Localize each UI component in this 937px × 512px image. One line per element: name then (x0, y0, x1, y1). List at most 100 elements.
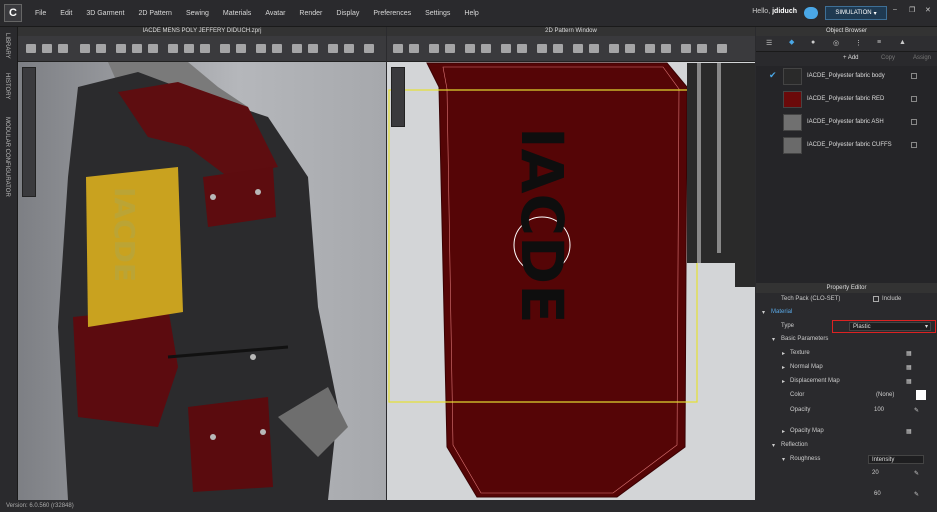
user-greeting[interactable]: Hello, jdiduch (752, 8, 797, 15)
material-item[interactable]: ✔ IACDE_Polyester fabric body (756, 66, 937, 88)
value-60[interactable]: 60 (874, 491, 881, 497)
menu-preferences[interactable]: Preferences (366, 10, 418, 17)
tool-icon[interactable] (589, 44, 599, 53)
menu-avatar[interactable]: Avatar (258, 10, 292, 17)
reflection-row[interactable]: ▾ Reflection (756, 439, 937, 452)
tool-icon[interactable] (256, 44, 266, 53)
tool-icon[interactable] (445, 44, 455, 53)
material-item[interactable]: IACDE_Polyester fabric CUFFS (756, 135, 937, 157)
normal-map-row[interactable]: ▸ Normal Map ▦ (756, 361, 937, 374)
button-icon[interactable]: ◎ (833, 39, 839, 47)
tab-modular-configurator[interactable]: MODULAR CONFIGURATOR (4, 117, 10, 197)
tool-icon[interactable] (625, 44, 635, 53)
close-icon[interactable]: ✕ (925, 6, 935, 16)
viewport-2d[interactable]: IACDE 2D Pattern Window (387, 27, 755, 500)
material-options-icon[interactable] (911, 73, 917, 79)
grid-icon[interactable]: ▦ (906, 378, 912, 385)
tool-icon[interactable] (96, 44, 106, 53)
minimize-icon[interactable]: – (893, 6, 903, 16)
add-button[interactable]: + Add (843, 55, 859, 61)
grid-icon[interactable]: ▦ (906, 364, 912, 371)
tool-icon[interactable] (132, 44, 142, 53)
menu-settings[interactable]: Settings (418, 10, 457, 17)
menu-sewing[interactable]: Sewing (179, 10, 216, 17)
tool-icon[interactable] (58, 44, 68, 53)
menu-help[interactable]: Help (457, 10, 485, 17)
menu-2d-pattern[interactable]: 2D Pattern (131, 10, 178, 17)
tool-icon[interactable] (116, 44, 126, 53)
grid-icon[interactable]: ▦ (906, 428, 912, 435)
tool-icon[interactable] (573, 44, 583, 53)
menu-file[interactable]: File (28, 10, 53, 17)
tool-icon[interactable] (537, 44, 547, 53)
tool-icon[interactable] (184, 44, 194, 53)
sphere-icon[interactable]: ● (811, 39, 815, 46)
material-item[interactable]: IACDE_Polyester fabric ASH (756, 112, 937, 134)
tool-icon[interactable] (645, 44, 655, 53)
fabric-icon[interactable]: ◆ (789, 38, 794, 46)
tool-icon[interactable] (364, 44, 374, 53)
trim-icon[interactable]: ▲ (899, 39, 906, 46)
list-icon[interactable]: ☰ (766, 39, 772, 47)
maximize-icon[interactable]: ❐ (909, 6, 919, 16)
tool-icon[interactable] (148, 44, 158, 53)
viewport-3d[interactable]: IACDE IACDE MENS POLY JEFFERY DIDUCH.zpr… (18, 27, 386, 500)
tool-icon[interactable] (328, 44, 338, 53)
menu-display[interactable]: Display (329, 10, 366, 17)
tool-icon[interactable] (409, 44, 419, 53)
tool-icon[interactable] (220, 44, 230, 53)
tool-icon[interactable] (308, 44, 318, 53)
roughness-value[interactable]: 20 (872, 470, 879, 476)
tool-icon[interactable] (717, 44, 727, 53)
grid-icon[interactable]: ▦ (906, 350, 912, 357)
texture-row[interactable]: ▸ Texture ▦ (756, 347, 937, 360)
include-checkbox[interactable] (873, 296, 879, 302)
eyedropper-icon[interactable]: ✎ (914, 407, 919, 414)
color-swatch[interactable] (916, 390, 926, 400)
tool-icon[interactable] (609, 44, 619, 53)
roughness-mode-select[interactable]: Intensity (868, 455, 924, 464)
tool-icon[interactable] (661, 44, 671, 53)
tool-icon[interactable] (200, 44, 210, 53)
tool-icon[interactable] (465, 44, 475, 53)
tool-icon[interactable] (481, 44, 491, 53)
material-item[interactable]: IACDE_Polyester fabric RED (756, 89, 937, 111)
type-select[interactable]: Plastic ▾ (849, 322, 931, 331)
menu-render[interactable]: Render (292, 10, 329, 17)
eyedropper-icon[interactable]: ✎ (914, 470, 919, 477)
tool-icon[interactable] (168, 44, 178, 53)
tab-history[interactable]: HISTORY (4, 73, 10, 99)
tool-icon[interactable] (517, 44, 527, 53)
tool-icon[interactable] (80, 44, 90, 53)
opacity-map-row[interactable]: ▸ Opacity Map ▦ (756, 425, 937, 438)
tool-icon[interactable] (236, 44, 246, 53)
opacity-value[interactable]: 100 (874, 407, 884, 413)
roughness-row[interactable]: ▾ Roughness Intensity (756, 453, 937, 466)
material-options-icon[interactable] (911, 142, 917, 148)
tool-icon[interactable] (344, 44, 354, 53)
menu-edit[interactable]: Edit (53, 10, 79, 17)
material-options-icon[interactable] (911, 119, 917, 125)
tool-icon[interactable] (26, 44, 36, 53)
tool-icon[interactable] (429, 44, 439, 53)
zipper-icon[interactable]: ⋮ (855, 39, 862, 47)
tool-icon[interactable] (697, 44, 707, 53)
tool-icon[interactable] (42, 44, 52, 53)
simulation-button[interactable]: SIMULATION ▾ (825, 6, 887, 20)
tool-icon[interactable] (681, 44, 691, 53)
menu-materials[interactable]: Materials (216, 10, 258, 17)
topstitch-icon[interactable]: ≡ (877, 39, 881, 46)
tool-icon[interactable] (272, 44, 282, 53)
displacement-map-row[interactable]: ▸ Displacement Map ▦ (756, 375, 937, 388)
tool-icon[interactable] (553, 44, 563, 53)
menu-3d-garment[interactable]: 3D Garment (79, 10, 131, 17)
copy-button[interactable]: Copy (881, 55, 895, 61)
basic-parameters-row[interactable]: ▾ Basic Parameters (756, 333, 937, 346)
tab-library[interactable]: LIBRARY (4, 33, 10, 59)
tool-icon[interactable] (393, 44, 403, 53)
tool-icon[interactable] (501, 44, 511, 53)
assign-button[interactable]: Assign (913, 55, 931, 61)
eyedropper-icon[interactable]: ✎ (914, 491, 919, 498)
material-section[interactable]: ▾ Material (756, 306, 937, 319)
material-options-icon[interactable] (911, 96, 917, 102)
